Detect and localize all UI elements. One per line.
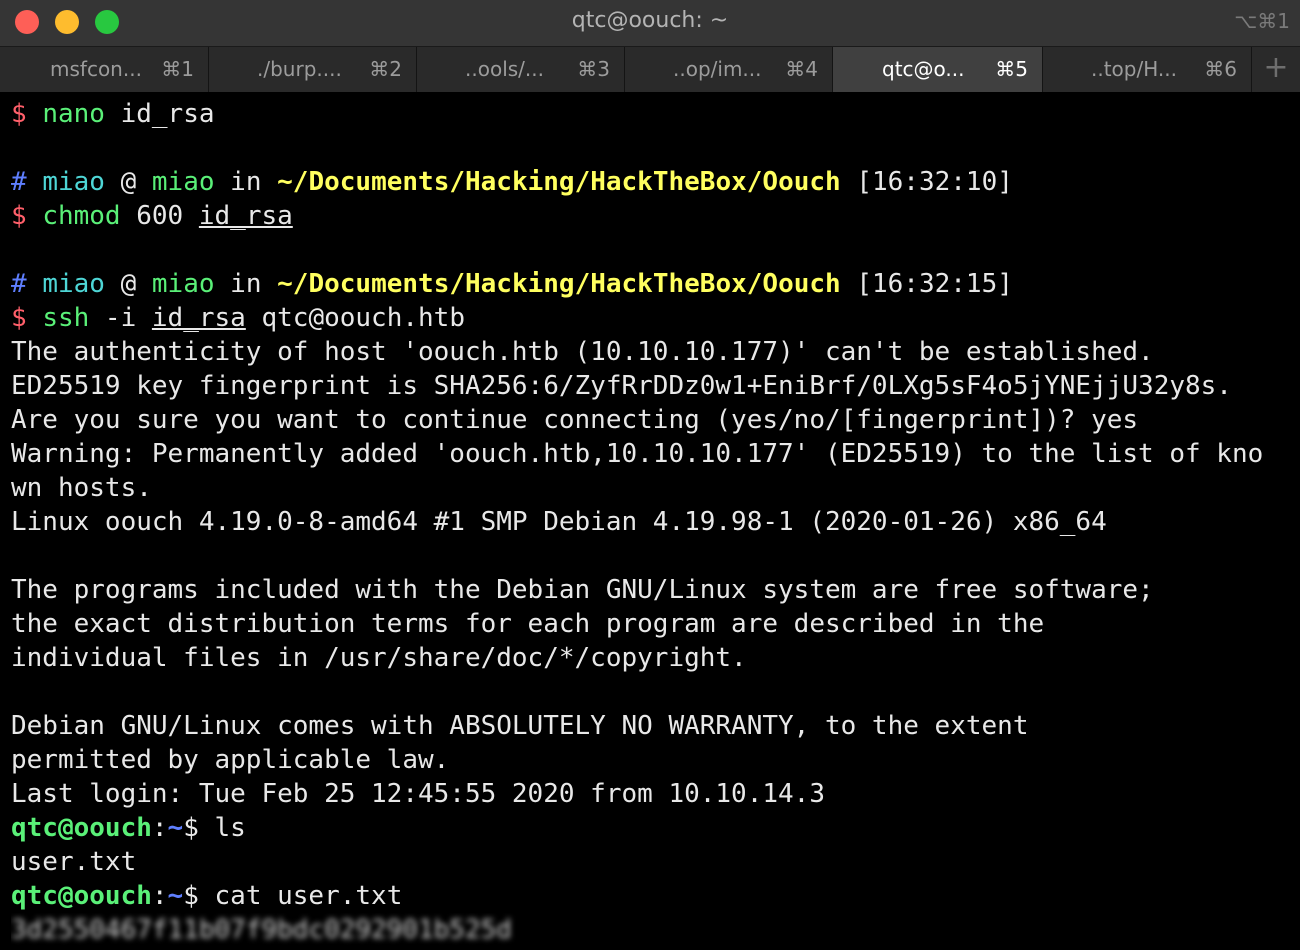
command-line: $ ssh -i id_rsa qtc@oouch.htb [11, 301, 1300, 335]
prompt-time: [16:32:15] [840, 269, 1013, 299]
prompt-hash: # [11, 167, 27, 197]
remote-colon: : [151, 813, 168, 843]
prompt-host: miao [151, 269, 215, 299]
prompt-in: in [214, 269, 278, 299]
tab-label: qtc@o... [882, 57, 965, 81]
tab-label: ..op/im... [673, 57, 762, 81]
window-title: qtc@oouch: ~ [571, 8, 729, 33]
prompt-path: ~/Documents/Hacking/HackTheBox/Oouch [277, 269, 841, 299]
command-args: -i [89, 303, 152, 333]
command-line: $ nano id_rsa [11, 97, 1300, 131]
command-file: id_rsa [198, 201, 293, 231]
tab-shortcut: ⌘1 [161, 57, 194, 81]
output-line: Warning: Permanently added 'oouch.htb,10… [11, 439, 1264, 469]
output-line: Last login: Tue Feb 25 12:45:55 2020 fro… [11, 779, 825, 809]
remote-user-host: qtc@oouch [11, 813, 152, 843]
remote-command: cat user.txt [214, 881, 403, 911]
output-line: The programs included with the Debian GN… [11, 575, 1154, 605]
prompt-at: @ [104, 167, 152, 197]
remote-command-line: qtc@oouch:~$ ls [11, 811, 1300, 845]
prompt-host: miao [151, 167, 215, 197]
prompt-info-line: # miao @ miao in ~/Documents/Hacking/Hac… [11, 267, 1300, 301]
prompt-path: ~/Documents/Hacking/HackTheBox/Oouch [277, 167, 841, 197]
output-line: user.txt [11, 847, 137, 877]
tab-shortcut: ⌘3 [577, 57, 610, 81]
prompt-symbol: $ [11, 201, 27, 231]
output-line: The authenticity of host 'oouch.htb (10.… [11, 337, 1154, 367]
tab-5[interactable]: qtc@o... ⌘5 [833, 47, 1043, 92]
prompt-hash: # [11, 269, 27, 299]
title-bar: qtc@oouch: ~ ⌥⌘1 [0, 0, 1300, 46]
redacted-output-line: 3d2550467f11b07f9bdc0292901b525d [11, 913, 1300, 947]
tab-label: ./burp.... [257, 57, 342, 81]
output-line: Linux oouch 4.19.0-8-amd64 #1 SMP Debian… [11, 507, 1107, 537]
command-rest: qtc@oouch.htb [245, 303, 465, 333]
terminal-output[interactable]: $ nano id_rsa # miao @ miao in ~/Documen… [11, 97, 1300, 947]
tab-bar: msfcon... ⌘1 ./burp.... ⌘2 ..ools/... ⌘3… [0, 46, 1300, 92]
output-line: the exact distribution terms for each pr… [11, 609, 1045, 639]
remote-prompt: $ [183, 881, 215, 911]
command-name: chmod [42, 201, 121, 231]
tab-shortcut: ⌘2 [369, 57, 402, 81]
output-line: permitted by applicable law. [11, 745, 450, 775]
tab-4[interactable]: ..op/im... ⌘4 [625, 47, 833, 92]
command-args: id_rsa [104, 99, 215, 129]
tab-2[interactable]: ./burp.... ⌘2 [209, 47, 417, 92]
command-name: nano [42, 99, 105, 129]
prompt-user: miao [42, 269, 105, 299]
terminal-window: qtc@oouch: ~ ⌥⌘1 msfcon... ⌘1 ./burp....… [0, 0, 1300, 950]
remote-command: ls [214, 813, 246, 843]
remote-prompt: $ [183, 813, 215, 843]
prompt-user: miao [42, 167, 105, 197]
remote-dir: ~ [167, 813, 184, 843]
tab-label: ..top/H... [1091, 57, 1177, 81]
tab-shortcut: ⌘4 [785, 57, 818, 81]
new-tab-button[interactable]: + [1252, 47, 1300, 92]
tab-3[interactable]: ..ools/... ⌘3 [417, 47, 625, 92]
output-line: Are you sure you want to continue connec… [11, 405, 1139, 435]
command-args: 600 [120, 201, 199, 231]
remote-colon: : [151, 881, 168, 911]
output-line: individual files in /usr/share/doc/*/cop… [11, 643, 747, 673]
redacted-flag: 3d2550467f11b07f9bdc0292901b525d [11, 915, 512, 945]
remote-user-host: qtc@oouch [11, 881, 152, 911]
prompt-info-line: # miao @ miao in ~/Documents/Hacking/Hac… [11, 165, 1300, 199]
output-line: ED25519 key fingerprint is SHA256:6/ZyfR… [11, 371, 1232, 401]
prompt-at: @ [104, 269, 152, 299]
tab-1[interactable]: msfcon... ⌘1 [0, 47, 209, 92]
tab-6[interactable]: ..top/H... ⌘6 [1043, 47, 1252, 92]
prompt-symbol: $ [11, 303, 27, 333]
remote-dir: ~ [167, 881, 184, 911]
command-line: $ chmod 600 id_rsa [11, 199, 1300, 233]
command-file: id_rsa [151, 303, 246, 333]
tab-shortcut: ⌘6 [1204, 57, 1237, 81]
prompt-time: [16:32:10] [840, 167, 1013, 197]
tab-shortcut: ⌘5 [995, 57, 1028, 81]
output-line: Debian GNU/Linux comes with ABSOLUTELY N… [11, 711, 1029, 741]
remote-command-line: qtc@oouch:~$ cat user.txt [11, 879, 1300, 913]
tab-label: ..ools/... [465, 57, 544, 81]
prompt-symbol: $ [11, 99, 27, 129]
command-name: ssh [42, 303, 90, 333]
window-shortcut: ⌥⌘1 [1234, 9, 1290, 33]
output-line: wn hosts. [11, 473, 152, 503]
tab-label: msfcon... [50, 57, 142, 81]
prompt-in: in [214, 167, 278, 197]
